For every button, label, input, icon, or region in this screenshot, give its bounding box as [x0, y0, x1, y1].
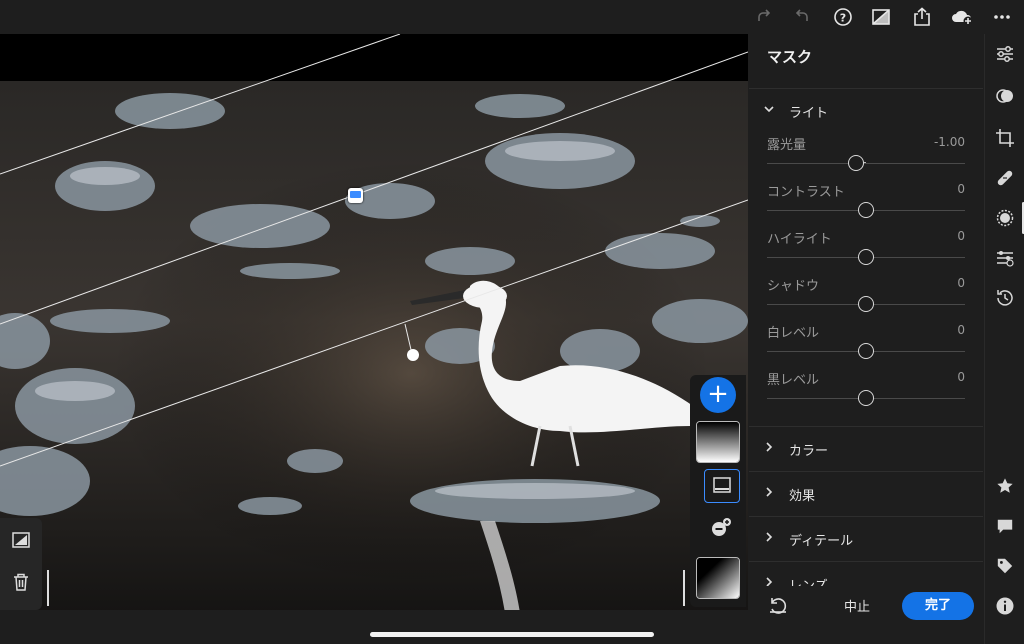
mask-overlay-tools [0, 518, 42, 610]
comment-icon[interactable] [993, 514, 1017, 538]
slider-value[interactable]: 0 [957, 276, 965, 290]
undo-icon[interactable] [790, 5, 814, 29]
photo-canvas[interactable] [0, 34, 748, 610]
cloud-sync-icon[interactable] [950, 5, 974, 29]
section-detail-header[interactable]: ディテール [749, 516, 983, 561]
section-light-label: ライト [789, 106, 829, 121]
mask-list: + [690, 375, 746, 607]
versions-icon[interactable] [993, 246, 1017, 270]
slider-value[interactable]: 0 [957, 370, 965, 384]
reset-button[interactable] [765, 594, 791, 620]
slider-value[interactable]: 0 [957, 229, 965, 243]
edit-sliders-icon[interactable] [993, 42, 1017, 66]
home-indicator [370, 632, 654, 637]
slider-value[interactable]: 0 [957, 323, 965, 337]
share-icon[interactable] [910, 5, 934, 29]
slider-row[interactable]: シャドウ 0 [767, 275, 967, 321]
slider-knob[interactable] [858, 343, 874, 359]
linear-gradient-overlay[interactable] [0, 34, 748, 610]
panel-title: マスク [767, 48, 813, 66]
linear-gradient-component[interactable] [704, 469, 740, 503]
compare-icon[interactable] [869, 5, 893, 29]
presets-icon[interactable] [993, 84, 1017, 108]
slider-value[interactable]: 0 [957, 182, 965, 196]
slider-label: ハイライト [767, 232, 832, 247]
more-icon[interactable] [990, 5, 1014, 29]
mask-thumbnail[interactable] [696, 421, 740, 463]
slider-knob[interactable] [858, 249, 874, 265]
crop-edge-right [683, 570, 685, 606]
slider-knob[interactable] [858, 296, 874, 312]
slider-row[interactable]: コントラスト 0 [767, 181, 967, 227]
masking-icon[interactable] [993, 206, 1017, 230]
chevron-down-icon [763, 103, 775, 118]
slider-knob[interactable] [858, 202, 874, 218]
section-detail-label: ディテール [789, 534, 854, 549]
gradient-center-pin[interactable] [348, 188, 363, 203]
section-color-header[interactable]: カラー [749, 426, 983, 471]
top-bar: ? [0, 0, 1024, 34]
slider-label: 白レベル [767, 326, 820, 341]
slider-row[interactable]: 白レベル 0 [767, 322, 967, 368]
slider-row[interactable]: 黒レベル 0 [767, 369, 967, 415]
action-bar: 中止 完了 [749, 586, 983, 632]
mask-panel: マスク ライト カラー 効果 ディテール レンズ 露光量 -1.00 コントラスト 0… [749, 34, 983, 644]
tag-icon[interactable] [993, 554, 1017, 578]
done-button[interactable]: 完了 [902, 592, 974, 620]
svg-text:?: ? [840, 12, 846, 25]
crop-icon[interactable] [993, 126, 1017, 150]
add-mask-button[interactable]: + [700, 377, 736, 413]
slider-knob[interactable] [858, 390, 874, 406]
delete-mask-icon[interactable] [9, 570, 33, 594]
slider-label: シャドウ [767, 279, 820, 294]
mask-overlay-toggle-icon[interactable] [9, 528, 33, 552]
section-effects-label: 効果 [789, 489, 816, 504]
info-icon[interactable] [993, 594, 1017, 618]
slider-label: 黒レベル [767, 373, 820, 388]
subtract-mask-icon[interactable] [709, 515, 733, 539]
section-lens-header[interactable]: レンズ [749, 561, 983, 588]
redo-icon[interactable] [752, 5, 776, 29]
chevron-right-icon [763, 486, 775, 501]
cancel-button[interactable]: 中止 [829, 596, 885, 615]
slider-label: 露光量 [767, 138, 807, 153]
section-effects-header[interactable]: 効果 [749, 471, 983, 516]
edit-toolbar [984, 34, 1024, 644]
chevron-right-icon [763, 531, 775, 546]
healing-icon[interactable] [993, 166, 1017, 190]
slider-track[interactable] [767, 163, 965, 164]
mask-thumbnail-2[interactable] [696, 557, 740, 599]
history-icon[interactable] [993, 286, 1017, 310]
crop-edge-left [47, 570, 49, 606]
slider-value[interactable]: -1.00 [934, 135, 965, 149]
star-icon[interactable] [993, 474, 1017, 498]
slider-knob[interactable] [848, 155, 865, 171]
slider-label: コントラスト [767, 185, 845, 200]
section-light-header[interactable]: ライト [749, 88, 983, 133]
help-icon[interactable]: ? [831, 5, 855, 29]
slider-row[interactable]: 露光量 -1.00 [767, 134, 967, 180]
section-color-label: カラー [789, 444, 829, 459]
gradient-rotate-handle[interactable] [407, 349, 419, 361]
chevron-right-icon [763, 441, 775, 456]
slider-row[interactable]: ハイライト 0 [767, 228, 967, 274]
